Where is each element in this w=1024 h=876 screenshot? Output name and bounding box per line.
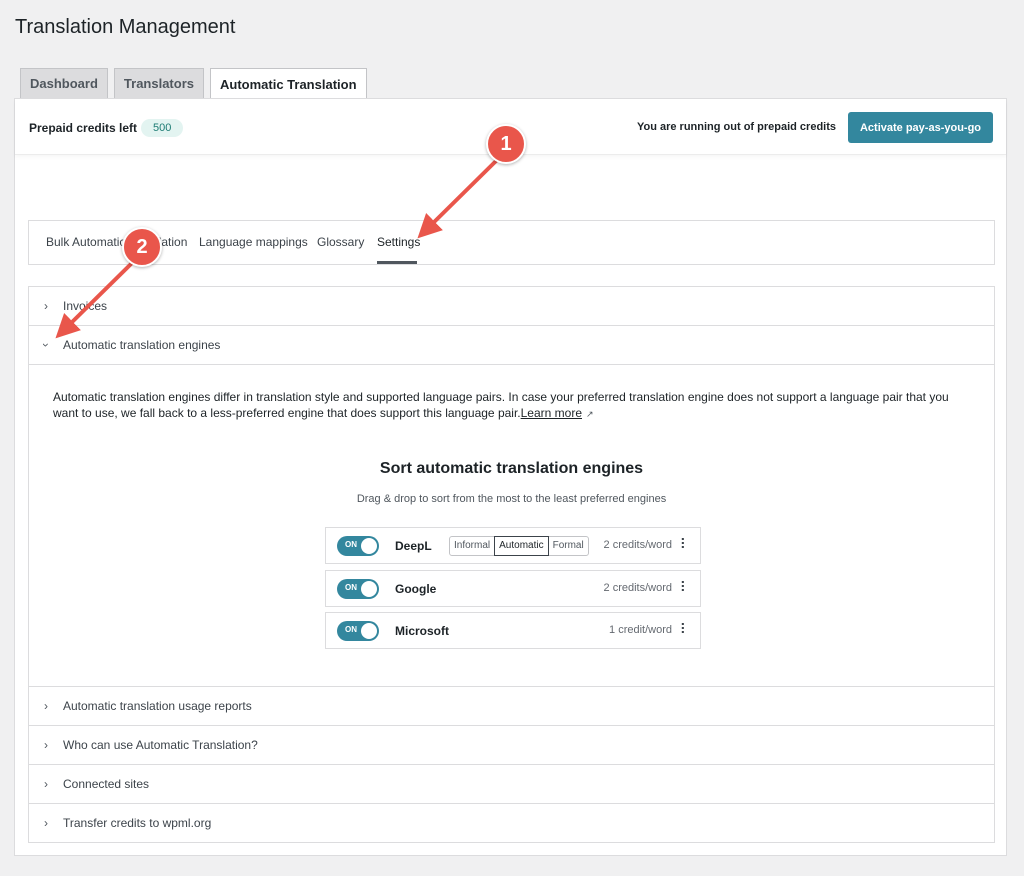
drag-handle-icon[interactable]: ⠇ [680,622,690,636]
drag-handle-icon[interactable]: ⠇ [680,580,690,594]
prepaid-credits-label: Prepaid credits left [29,121,138,135]
section-header-connected-sites[interactable]: › Connected sites [29,765,994,803]
tab-automatic-translation[interactable]: Automatic Translation [210,68,367,99]
prepaid-credits-badge: 500 [141,119,184,137]
section-usage-reports: › Automatic translation usage reports [28,686,995,726]
toggle-knob [361,623,377,639]
section-title: Invoices [63,299,108,313]
active-tab-indicator [377,261,417,264]
section-title: Transfer credits to wpml.org [63,816,212,830]
section-header-who-can-use[interactable]: › Who can use Automatic Translation? [29,726,994,764]
activate-pay-as-you-go-button[interactable]: Activate pay-as-you-go [848,112,993,143]
section-title: Who can use Automatic Translation? [63,738,258,752]
external-link-icon: ↗ [586,409,594,419]
sort-engines-subtitle: Drag & drop to sort from the most to the… [356,493,667,505]
credits-warning: You are running out of prepaid credits [636,121,836,133]
engine-credits: 2 credits/word [603,539,672,551]
toggle-knob [361,581,377,597]
annotation-marker-2: 2 [122,227,162,267]
engine-name: DeepL [395,539,432,553]
main-tabs: Dashboard Translators Automatic Translat… [20,68,367,99]
engines-description: Automatic translation engines differ in … [53,390,949,420]
engine-name: Microsoft [395,624,449,638]
engine-credits: 1 credit/word [609,624,672,636]
section-title: Automatic translation usage reports [63,699,252,713]
section-title: Connected sites [63,777,150,791]
automatic-translation-panel: Prepaid credits left 500 You are running… [14,98,1007,856]
section-invoices: › Invoices [28,286,995,326]
style-option-automatic[interactable]: Automatic [494,536,549,556]
section-header-transfer-credits[interactable]: › Transfer credits to wpml.org [29,804,994,842]
sub-tab-settings[interactable]: Settings [377,235,420,249]
engines-section-body: Automatic translation engines differ in … [29,364,994,686]
section-header-usage-reports[interactable]: › Automatic translation usage reports [29,687,994,725]
tab-translators[interactable]: Translators [113,68,204,98]
engine-toggle[interactable]: ON [337,621,379,641]
section-automatic-translation-engines: › Automatic translation engines Automati… [28,325,995,687]
engine-toggle[interactable]: ON [337,579,379,599]
engine-toggle[interactable]: ON [337,536,379,556]
engine-row-google[interactable]: ON Google 2 credits/word ⠇ [325,570,701,607]
engine-credits: 2 credits/word [603,582,672,594]
annotation-marker-1: 1 [486,124,526,164]
translation-style-selector: Informal Automatic Formal [449,536,589,556]
sub-tab-glossary[interactable]: Glossary [317,235,364,249]
engine-name: Google [395,582,437,596]
chevron-right-icon: › [44,738,48,752]
sub-tab-bulk-automatic-translation[interactable]: Bulk Automatic Translation [46,235,187,249]
learn-more-link[interactable]: Learn more [521,406,582,420]
section-header-engines[interactable]: › Automatic translation engines [29,326,994,364]
style-option-informal[interactable]: Informal [450,537,494,555]
section-connected-sites: › Connected sites [28,764,995,804]
sub-tabs: Bulk Automatic Translation Language mapp… [28,220,995,265]
section-transfer-credits: › Transfer credits to wpml.org [28,803,995,843]
chevron-down-icon: › [39,343,53,347]
tab-dashboard[interactable]: Dashboard [20,68,108,98]
engine-row-microsoft[interactable]: ON Microsoft 1 credit/word ⠇ [325,612,701,649]
drag-handle-icon[interactable]: ⠇ [680,537,690,551]
sort-engines-title: Sort automatic translation engines [379,460,644,477]
chevron-right-icon: › [44,777,48,791]
page-title: Translation Management [15,16,236,38]
section-title: Automatic translation engines [63,338,221,352]
chevron-right-icon: › [44,299,48,313]
style-option-formal[interactable]: Formal [549,537,588,555]
chevron-right-icon: › [44,699,48,713]
section-who-can-use: › Who can use Automatic Translation? [28,725,995,765]
engine-row-deepl[interactable]: ON DeepL Informal Automatic Formal 2 cre… [325,527,701,564]
toggle-knob [361,538,377,554]
sub-tab-language-mappings[interactable]: Language mappings [199,235,308,249]
chevron-right-icon: › [44,816,48,830]
section-header-invoices[interactable]: › Invoices [29,287,994,325]
